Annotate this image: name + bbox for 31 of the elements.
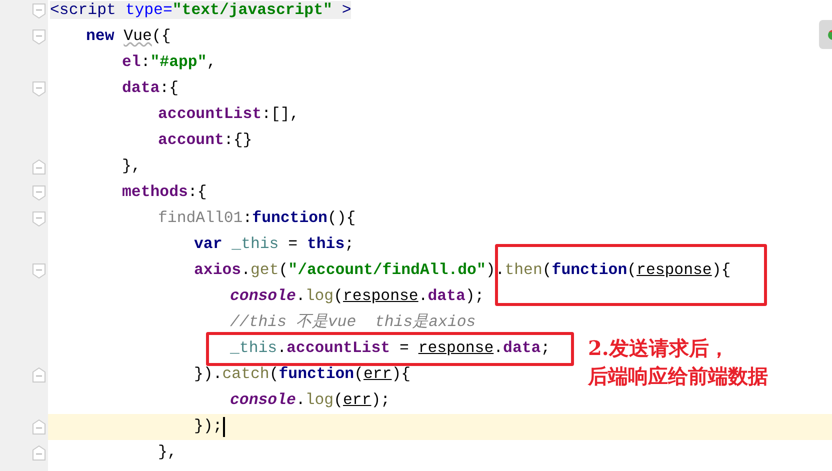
code-line: },	[122, 156, 141, 178]
code-line: },	[158, 442, 177, 464]
fold-icon[interactable]	[32, 29, 46, 45]
code-line: _this.accountList = response.data;	[230, 338, 550, 360]
annotation-text: 后端响应给前端数据	[588, 363, 768, 390]
code-line: var _this = this;	[194, 234, 354, 256]
text-caret	[223, 417, 226, 437]
code-line: accountList:[],	[158, 104, 300, 126]
fold-icon[interactable]	[32, 81, 46, 97]
fold-icon[interactable]	[32, 367, 46, 383]
fold-icon[interactable]	[32, 3, 46, 19]
annotation-text: 2.发送请求后，	[588, 335, 730, 362]
code-line: el:"#app",	[122, 52, 216, 74]
code-line: axios.get("/account/findAll.do").then(function(response){	[194, 260, 731, 282]
fold-icon[interactable]	[32, 419, 46, 435]
fold-icon[interactable]	[32, 185, 46, 201]
code-line: new Vue({	[86, 26, 171, 48]
code-line: data:{	[122, 78, 178, 100]
code-line: console.log(response.data);	[230, 286, 484, 308]
code-line: console.log(err);	[230, 390, 390, 412]
code-line: methods:{	[122, 182, 207, 204]
fold-icon[interactable]	[32, 211, 46, 227]
fold-icon[interactable]	[32, 263, 46, 279]
fold-icon[interactable]	[32, 159, 46, 175]
code-line: findAll01:function(){	[158, 208, 356, 230]
code-line: //this 不是vue this是axios	[230, 312, 476, 334]
code-line: });	[194, 416, 222, 438]
code-line: <script type="text/javascript" >	[50, 0, 352, 22]
code-line: }).catch(function(err){	[194, 364, 411, 386]
fold-icon[interactable]	[32, 445, 46, 461]
code-line: account:{}	[158, 130, 252, 152]
